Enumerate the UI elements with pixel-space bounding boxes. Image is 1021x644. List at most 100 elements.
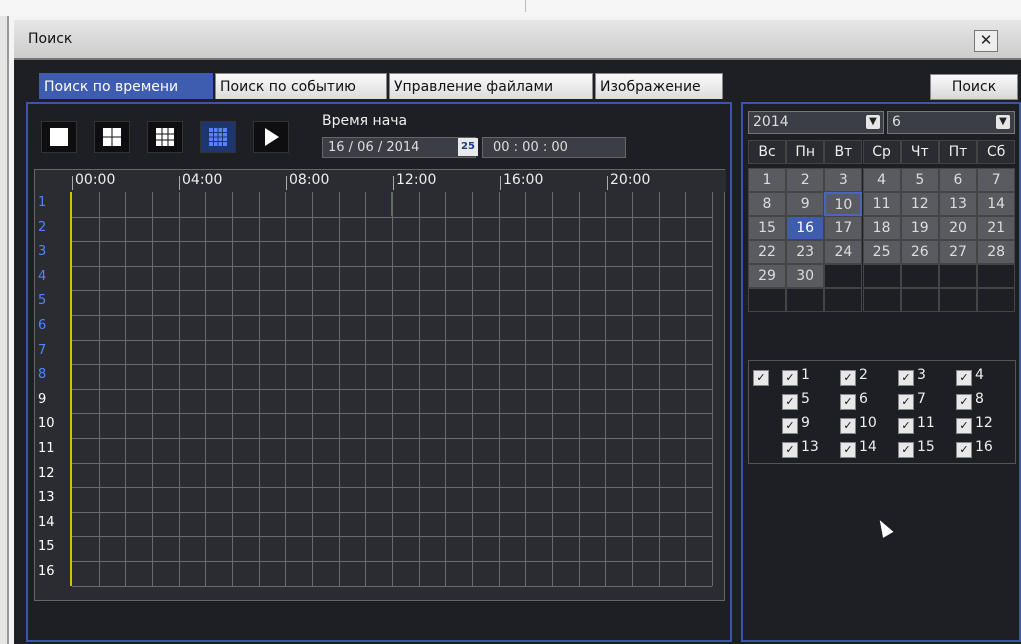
channel-checkbox-label: 16	[975, 439, 993, 455]
start-date-field[interactable]: 16 / 06 / 2014	[322, 137, 476, 158]
channel-row-label: 1	[38, 195, 47, 210]
tab-event-search[interactable]: Поиск по событию	[215, 73, 387, 99]
checkmark-icon: ✓	[782, 418, 798, 434]
close-button[interactable]: ✕	[974, 30, 998, 52]
grid-row-line	[72, 364, 712, 366]
calendar-day[interactable]: 20	[939, 216, 977, 240]
checkmark-icon: ✓	[840, 442, 856, 458]
checkmark-icon: ✓	[782, 370, 798, 386]
calendar-empty-cell	[900, 288, 939, 312]
channel-checkbox[interactable]: ✓ 4	[956, 365, 984, 386]
layout-1-button[interactable]	[41, 121, 77, 153]
channel-row-label: 15	[38, 539, 55, 555]
left-strip	[0, 16, 9, 644]
hour-label: 08:00	[286, 172, 329, 190]
calendar-day[interactable]: 16	[786, 216, 825, 240]
layout-16-button[interactable]	[200, 121, 236, 153]
channel-checkbox[interactable]: ✓ 6	[840, 389, 868, 410]
channel-checkbox[interactable]: ✓ 9	[782, 413, 810, 434]
tab-image[interactable]: Изображение	[595, 73, 723, 99]
channel-checkboxes: ✓ ✓ 1 ✓ 2 ✓ 3 ✓ 4 ✓ 5 ✓ 6 ✓ 7 ✓ 8 ✓ 9 ✓ 10 ✓ 11 ✓ 12 ✓ 13 ✓ 14 ✓ 15 ✓ 16	[748, 360, 1016, 464]
hour-label: 20:00	[607, 172, 650, 190]
channel-checkbox[interactable]: ✓ 10	[840, 413, 877, 434]
channel-checkbox[interactable]: ✓ 15	[898, 437, 935, 458]
layout-9-button[interactable]	[147, 121, 183, 153]
search-button[interactable]: Поиск	[930, 74, 1018, 100]
calendar-day[interactable]: 6	[939, 168, 977, 192]
calendar-day[interactable]: 30	[786, 264, 825, 288]
calendar-day[interactable]: 26	[900, 240, 939, 264]
grid-row-line	[72, 315, 712, 316]
close-icon: ✕	[979, 31, 993, 49]
channel-checkbox-label: 14	[859, 439, 877, 455]
year-select[interactable]: 2014 ▼	[748, 111, 884, 134]
calendar-day[interactable]: 10	[824, 192, 863, 216]
calendar-day[interactable]: 28	[977, 240, 1016, 264]
channel-checkbox[interactable]: ✓ 16	[956, 437, 993, 458]
calendar-day[interactable]: 22	[748, 240, 786, 264]
calendar-day[interactable]: 3	[824, 168, 863, 192]
calendar-day[interactable]: 12	[900, 192, 939, 216]
channel-checkbox[interactable]: ✓ 12	[956, 413, 993, 434]
select-all-channels-checkbox[interactable]: ✓	[753, 365, 772, 386]
month-select[interactable]: 6 ▼	[887, 111, 1015, 134]
calendar-day[interactable]: 29	[748, 264, 786, 288]
channel-checkbox-label: 12	[975, 415, 993, 431]
checkmark-icon: ✓	[956, 394, 972, 410]
calendar-day[interactable]: 11	[862, 192, 901, 216]
channel-checkbox[interactable]: ✓ 1	[782, 365, 810, 386]
channel-checkbox[interactable]: ✓ 5	[782, 389, 810, 410]
grid-row-line	[72, 413, 712, 415]
channel-checkbox[interactable]: ✓ 13	[782, 437, 819, 458]
grid-row-line	[72, 339, 712, 341]
calendar-day[interactable]: 25	[862, 240, 901, 264]
channel-row-label: 11	[38, 441, 55, 456]
calendar-day[interactable]: 23	[786, 240, 825, 264]
recording-grid[interactable]	[70, 192, 713, 587]
grid-row-line	[72, 511, 712, 513]
play-button[interactable]	[253, 121, 289, 153]
channel-row-label: 3	[38, 244, 47, 260]
calendar-picker-button[interactable]: 25	[458, 138, 478, 156]
checkmark-icon: ✓	[840, 394, 856, 410]
calendar-day[interactable]: 27	[939, 240, 977, 264]
calendar-day[interactable]: 24	[824, 240, 863, 264]
tab-file-management[interactable]: Управление файлами	[389, 73, 593, 99]
channel-row-label: 6	[38, 318, 47, 333]
calendar-day[interactable]: 8	[748, 192, 786, 216]
channel-checkbox[interactable]: ✓ 7	[898, 389, 926, 410]
hour-scale: 00:00 04:00 08:00 12:00 16:00 20:00	[35, 170, 726, 192]
nine-view-icon	[156, 128, 174, 146]
start-time-field[interactable]: 00 : 00 : 00	[482, 137, 626, 158]
calendar-day[interactable]: 9	[786, 192, 825, 216]
calendar-empty-cell	[939, 288, 977, 312]
calendar-day[interactable]: 19	[900, 216, 939, 240]
channel-row-label: 2	[38, 219, 47, 235]
channel-checkbox[interactable]: ✓ 3	[898, 365, 926, 386]
calendar-day[interactable]: 1	[748, 168, 786, 192]
grid-row-line	[72, 216, 712, 218]
timeline-grid[interactable]: 00:00 04:00 08:00 12:00 16:00 20:00 1234…	[34, 169, 726, 601]
channel-checkbox[interactable]: ✓ 14	[840, 437, 877, 458]
calendar-day[interactable]: 15	[748, 216, 786, 240]
checkmark-icon: ✓	[898, 442, 914, 458]
grid-row-line	[72, 388, 712, 390]
calendar-day[interactable]: 7	[977, 168, 1016, 192]
channel-checkbox-label: 10	[859, 415, 877, 431]
calendar-day[interactable]: 18	[862, 216, 901, 240]
calendar-empty-cell	[824, 264, 863, 288]
calendar-day[interactable]: 14	[977, 192, 1016, 216]
channel-row-label: 5	[38, 293, 47, 309]
calendar-day[interactable]: 2	[786, 168, 825, 192]
channel-checkbox[interactable]: ✓ 2	[840, 365, 868, 386]
calendar-day[interactable]: 17	[824, 216, 863, 240]
calendar-day[interactable]: 21	[977, 216, 1016, 240]
channel-checkbox[interactable]: ✓ 11	[898, 413, 935, 434]
calendar-day[interactable]: 13	[939, 192, 977, 216]
layout-4-button[interactable]	[94, 121, 130, 153]
calendar-day[interactable]: 5	[900, 168, 939, 192]
calendar-icon: 25	[461, 141, 475, 152]
tab-time-search[interactable]: Поиск по времени	[39, 73, 213, 99]
channel-checkbox[interactable]: ✓ 8	[956, 389, 984, 410]
calendar-day[interactable]: 4	[862, 168, 901, 192]
